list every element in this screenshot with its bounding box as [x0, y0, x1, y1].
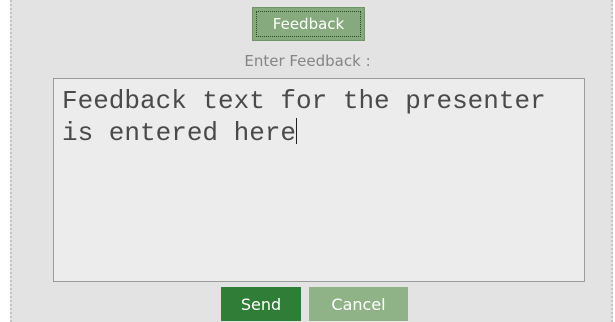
feedback-textarea[interactable]: Feedback text for the presenter is enter…	[53, 78, 585, 282]
send-button[interactable]: Send	[221, 287, 301, 321]
cancel-button[interactable]: Cancel	[309, 287, 408, 321]
feedback-tab-label: Feedback	[256, 11, 361, 37]
text-cursor	[296, 118, 298, 144]
feedback-text: Feedback text for the presenter is enter…	[62, 86, 546, 148]
enter-feedback-label: Enter Feedback :	[244, 52, 371, 70]
feedback-tab-button[interactable]: Feedback	[252, 7, 365, 41]
